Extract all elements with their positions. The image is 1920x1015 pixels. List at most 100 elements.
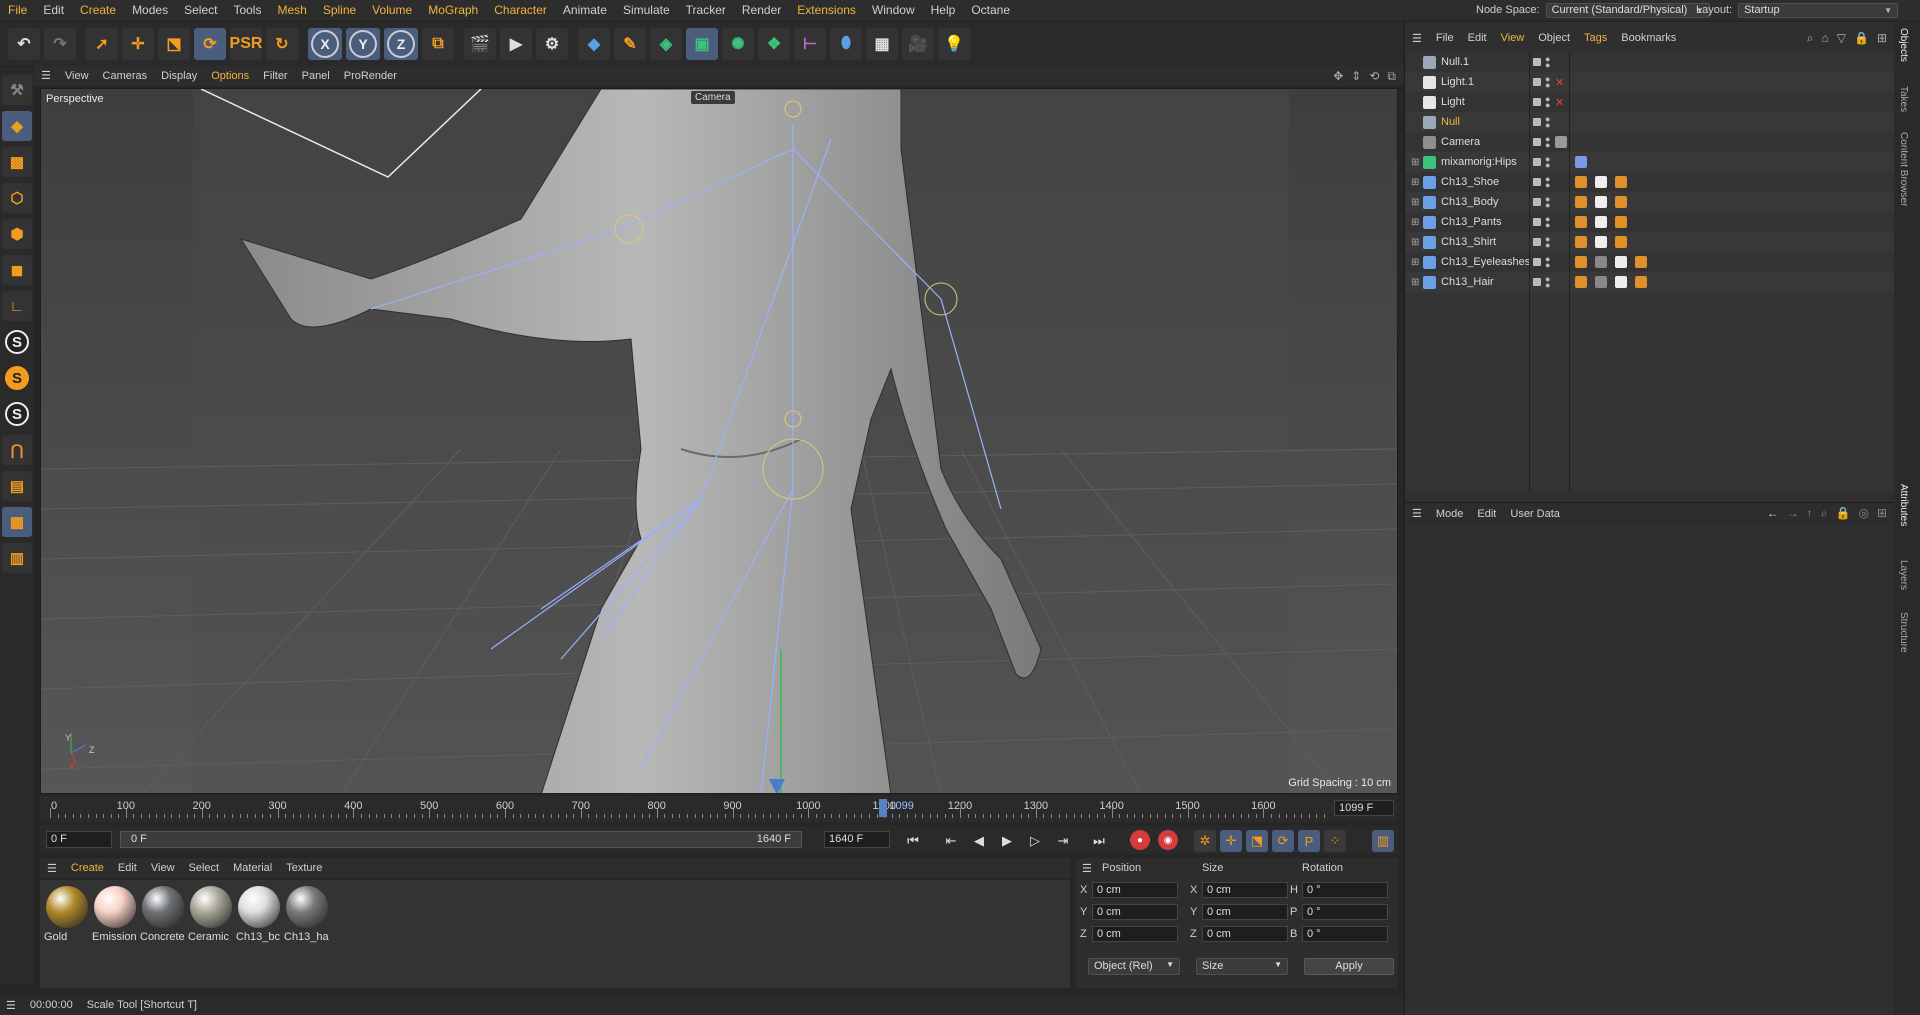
object-row[interactable]: ⊞ Ch13_Shoe ● ● [1405,172,1895,192]
object-tag-icon[interactable] [1575,276,1587,288]
material-swatch[interactable]: Gold [44,886,90,943]
material-hamburger-icon[interactable]: ☰ [40,862,64,875]
playhead[interactable] [879,799,888,817]
menu-file[interactable]: File [0,0,35,20]
model-mode-icon[interactable]: ◆ [2,111,32,141]
attributes-menu-user-data[interactable]: User Data [1503,508,1567,520]
timeline-ruler[interactable]: 0100200300400500600700800900100011001200… [50,796,1325,822]
key-position-icon[interactable]: ✛ [1220,830,1242,852]
object-row[interactable]: Camera ● ● [1405,132,1895,152]
pen-spline-icon[interactable]: ✎ [614,28,646,60]
object-menu-object[interactable]: Object [1531,32,1577,44]
prev-key-icon[interactable]: ⇤ [940,830,962,852]
snap-toggle-icon[interactable]: S [5,330,29,354]
expand-icon[interactable]: ⊞ [1411,217,1419,228]
visibility-dots-icon[interactable]: ● ● [1545,75,1550,90]
object-tag-icon[interactable] [1575,176,1587,188]
texture-mode-icon[interactable]: ▩ [2,147,32,177]
material-menu-create[interactable]: Create [64,862,111,874]
side-tab-attributes[interactable]: Attributes [1898,484,1909,526]
locked-workplane-icon[interactable]: ▦ [2,507,32,537]
expand-icon[interactable]: ⊞ [1411,257,1419,268]
edit-toggle-icon[interactable] [1533,138,1541,146]
max-frame-field[interactable]: 1640 F [824,831,890,848]
disabled-x-icon[interactable]: ✕ [1555,76,1564,89]
object-tag-icon[interactable] [1595,216,1607,228]
object-row[interactable]: ⊞ mixamorig:Hips ● ● [1405,152,1895,172]
visibility-dots-icon[interactable]: ● ● [1545,135,1550,150]
material-menu-texture[interactable]: Texture [279,862,329,874]
object-tag-icon[interactable] [1595,176,1607,188]
menu-render[interactable]: Render [734,0,789,20]
visibility-dots-icon[interactable]: ● ● [1545,275,1550,290]
viewport-hamburger-icon[interactable]: ☰ [34,66,58,86]
live-selection-icon[interactable]: ➚ [86,28,118,60]
polygons-mode-icon[interactable]: ◼ [2,255,32,285]
y-axis-lock-icon[interactable]: Y [346,28,380,60]
edit-toggle-icon[interactable] [1533,238,1541,246]
menu-animate[interactable]: Animate [555,0,615,20]
object-tag-icon[interactable] [1575,196,1587,208]
recent-tool-icon[interactable]: ↻ [266,28,298,60]
axis-mode-icon[interactable]: ∟ [2,291,32,321]
object-tag-icon[interactable] [1575,236,1587,248]
object-row[interactable]: Light.1 ● ● ✕ [1405,72,1895,92]
menu-mograph[interactable]: MoGraph [420,0,486,20]
key-param-icon[interactable]: P [1298,830,1320,852]
cube-primitive-icon[interactable]: ◆ [578,28,610,60]
subdivision-surface-icon[interactable]: ◈ [650,28,682,60]
material-swatch[interactable]: Concrete [140,886,186,943]
edit-toggle-icon[interactable] [1533,58,1541,66]
size-mode-dropdown[interactable]: Size ▼ [1196,958,1288,975]
visibility-dots-icon[interactable]: ● ● [1545,255,1550,270]
back-icon[interactable]: ← [1767,506,1779,521]
viewport-menu-filter[interactable]: Filter [256,66,294,86]
object-tag-icon[interactable] [1595,196,1607,208]
lock-icon[interactable]: 🔒 [1836,506,1851,521]
filter-icon[interactable]: ▽ [1837,31,1846,46]
object-tag-icon[interactable] [1595,236,1607,248]
key-selection-icon[interactable]: ✲ [1194,830,1216,852]
extrude-generator-icon[interactable]: ▣ [686,28,718,60]
object-manager-hamburger-icon[interactable]: ☰ [1405,32,1429,45]
coord-size-field[interactable]: 0 cm [1202,904,1288,920]
undo-icon[interactable]: ↶ [8,28,40,60]
target-icon[interactable]: ◎ [1858,506,1868,521]
status-hamburger-icon[interactable]: ☰ [6,999,16,1012]
rotate-tool-icon[interactable]: ⟳ [194,28,226,60]
camera-icon[interactable]: 🎥 [902,28,934,60]
object-row[interactable]: Null ● ● [1405,112,1895,132]
material-swatch[interactable]: Ceramic [188,886,234,943]
coordinates-hamburger-icon[interactable]: ☰ [1082,862,1092,875]
key-scale-icon[interactable]: ⬔ [1246,830,1268,852]
attributes-menu-mode[interactable]: Mode [1429,508,1471,520]
menu-edit[interactable]: Edit [35,0,72,20]
edit-toggle-icon[interactable] [1533,278,1541,286]
object-row[interactable]: ⊞ Ch13_Pants ● ● [1405,212,1895,232]
object-menu-tags[interactable]: Tags [1577,32,1614,44]
object-tag-icon[interactable] [1575,156,1587,168]
home-icon[interactable]: ⌂ [1822,31,1829,46]
viewport-menu-cameras[interactable]: Cameras [96,66,155,86]
coord-rot-field[interactable]: 0 ° [1302,926,1388,942]
points-mode-icon[interactable]: ⬡ [2,183,32,213]
viewport-menu-display[interactable]: Display [154,66,204,86]
visibility-dots-icon[interactable]: ● ● [1545,95,1550,110]
new-window-icon[interactable]: ⊞ [1877,506,1887,521]
menu-spline[interactable]: Spline [315,0,364,20]
z-axis-lock-icon[interactable]: Z [384,28,418,60]
viewport-menu-options[interactable]: Options [204,66,256,86]
object-tag-icon[interactable] [1595,276,1607,288]
material-menu-edit[interactable]: Edit [111,862,144,874]
object-menu-file[interactable]: File [1429,32,1461,44]
edit-toggle-icon[interactable] [1533,218,1541,226]
render-view-icon[interactable]: ▶ [500,28,532,60]
material-swatch[interactable]: Ch13_bc [236,886,282,943]
preview-range-slider[interactable]: 0 F 1640 F [120,831,802,848]
edit-toggle-icon[interactable] [1533,258,1541,266]
visibility-dots-icon[interactable]: ● ● [1545,215,1550,230]
side-tab-takes[interactable]: Takes [1898,86,1909,112]
search-icon[interactable]: ⌕ [1821,506,1828,521]
object-tag-icon[interactable] [1615,216,1627,228]
edit-toggle-icon[interactable] [1533,78,1541,86]
